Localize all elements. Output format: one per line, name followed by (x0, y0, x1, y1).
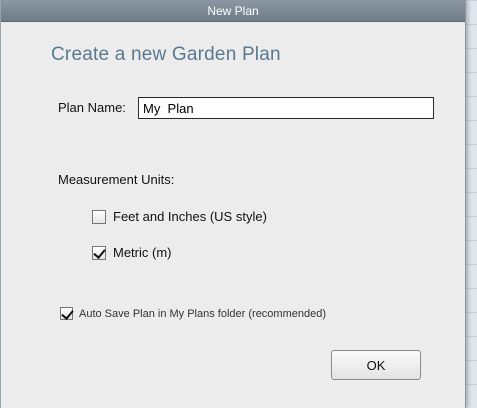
ok-button[interactable]: OK (331, 350, 421, 380)
dialog-titlebar: New Plan (1, 0, 465, 22)
metric-label: Metric (m) (113, 245, 172, 260)
feet-inches-checkbox[interactable] (92, 209, 106, 224)
dialog-heading: Create a new Garden Plan (51, 44, 281, 65)
new-plan-dialog: New Plan Create a new Garden Plan Plan N… (0, 0, 466, 408)
measurement-units-label: Measurement Units: (58, 172, 175, 187)
metric-checkbox[interactable] (92, 245, 106, 260)
dialog-title: New Plan (207, 4, 259, 18)
feet-inches-option[interactable]: Feet and Inches (US style) (92, 209, 267, 224)
metric-option[interactable]: Metric (m) (92, 245, 172, 260)
plan-name-label: Plan Name: (58, 100, 126, 115)
feet-inches-label: Feet and Inches (US style) (113, 209, 267, 224)
plan-name-input[interactable] (138, 97, 434, 119)
autosave-label: Auto Save Plan in My Plans folder (recom… (79, 307, 327, 320)
autosave-checkbox[interactable] (60, 307, 73, 320)
autosave-option[interactable]: Auto Save Plan in My Plans folder (recom… (60, 307, 326, 320)
